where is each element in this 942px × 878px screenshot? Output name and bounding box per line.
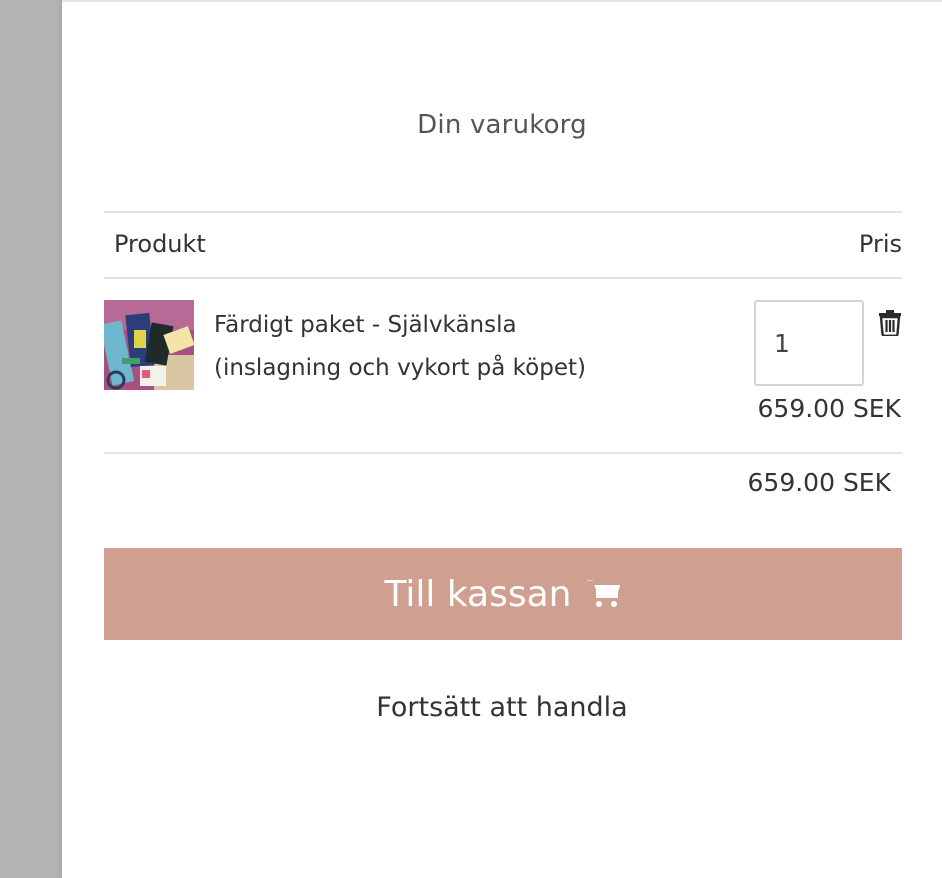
items-divider [104,452,902,454]
product-name-line2: (inslagning och vykort på köpet) [214,355,586,381]
cart-drawer: Din varukorg Produkt Pris Färdigt paket … [62,0,942,878]
quantity-input[interactable] [754,300,864,386]
trash-icon [879,310,901,338]
continue-shopping-link[interactable]: Fortsätt att handla [62,692,942,723]
checkout-button-label: Till kassan [384,573,572,615]
product-thumbnail[interactable] [104,300,194,390]
line-item-price: 659.00 SEK [757,394,901,423]
product-name[interactable]: Färdigt paket - Självkänsla (inslagning … [214,304,714,390]
remove-item-button[interactable] [877,308,903,338]
header-divider-top [104,211,902,213]
page-overlay-backdrop[interactable] [0,0,62,878]
product-name-line1: Färdigt paket - Självkänsla [214,312,517,338]
cart-title: Din varukorg [417,110,587,140]
cart-icon [586,580,620,607]
checkout-button[interactable]: Till kassan [104,548,902,640]
cart-total: 659.00 SEK [747,468,891,497]
column-header-price: Pris [858,230,902,258]
product-image [104,300,194,390]
header-divider-bottom [104,277,902,279]
column-header-product: Produkt [114,230,206,258]
